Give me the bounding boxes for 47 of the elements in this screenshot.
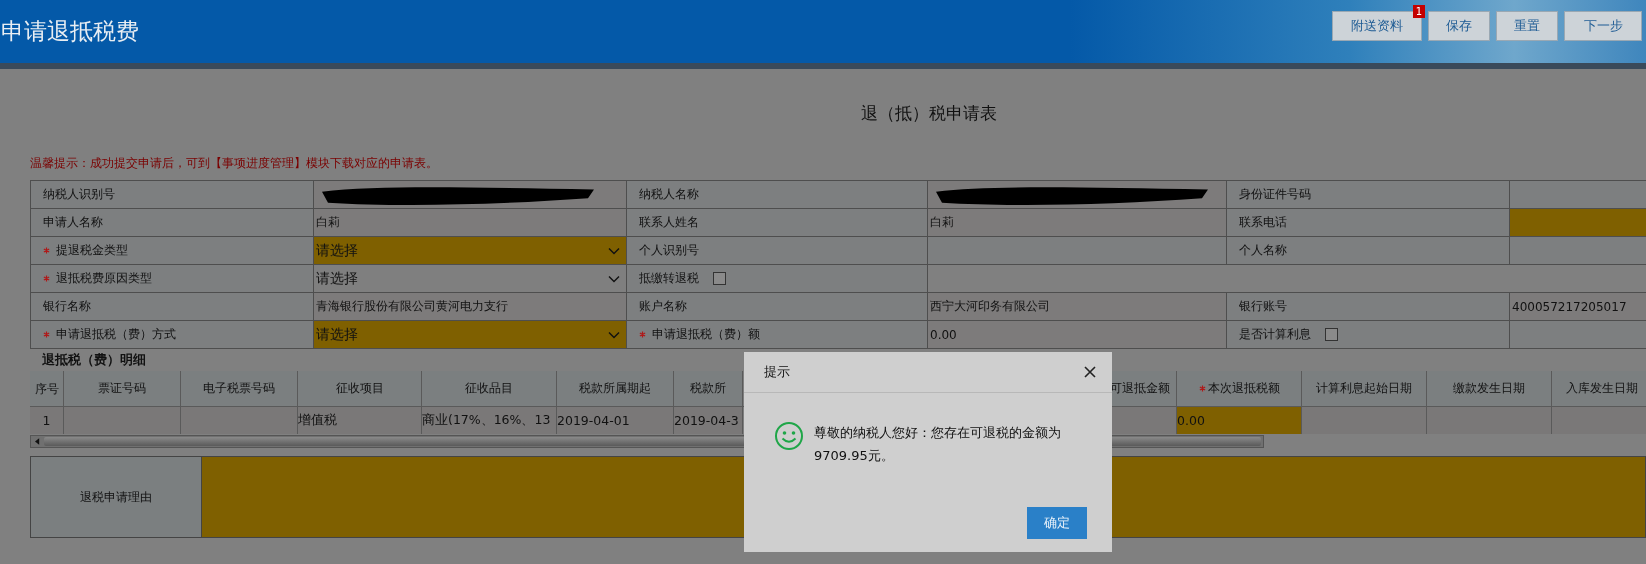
notice-text: 温馨提示：成功提交申请后，可到【事项进度管理】模块下载对应的申请表。 xyxy=(30,155,439,172)
form-title: 退（抵）税申请表 xyxy=(860,102,998,125)
field-value: 400057217205017 xyxy=(1510,293,1646,320)
field-value: 西宁大河印务有限公司 xyxy=(928,293,1226,320)
table-cell: 增值税 xyxy=(298,407,421,434)
column-header: 税款所 xyxy=(674,371,742,406)
field-value: 0.00 xyxy=(928,321,1226,348)
field-label: 个人识别号 xyxy=(627,237,927,264)
column-header: 电子税票号码 xyxy=(181,371,297,406)
field-label: 银行账号 xyxy=(1227,293,1509,320)
column-header: 票证号码 xyxy=(64,371,180,406)
column-header: 本次退抵税额 xyxy=(1177,371,1301,406)
field-value: 白莉 xyxy=(314,209,626,236)
column-header: 征收项目 xyxy=(298,371,421,406)
field-label: 身份证件号码 xyxy=(1227,181,1509,208)
field-label: 个人名称 xyxy=(1227,237,1509,264)
dialog-title: 提示 xyxy=(764,363,790,381)
field-label: 申请退抵税（费）额 xyxy=(627,321,927,348)
dialog-message: 尊敬的纳税人您好：您存在可退税的金额为9709.95元。 xyxy=(814,424,1062,465)
field-label: 退抵税费原因类型 xyxy=(31,265,313,292)
count-badge: 1 xyxy=(1412,5,1425,18)
table-cell: 1 xyxy=(30,407,63,434)
field-label: 申请退抵税（费）方式 xyxy=(31,321,313,348)
column-header: 入库发生日期 xyxy=(1552,371,1646,406)
column-header: 税款所属期起 xyxy=(557,371,673,406)
page-title: 申请退抵税费 xyxy=(1,17,139,46)
field-label: 抵缴转退税 xyxy=(639,270,699,287)
field-label: 联系人姓名 xyxy=(627,209,927,236)
field-label: 账户名称 xyxy=(627,293,927,320)
column-header: 征收品目 xyxy=(422,371,556,406)
table-cell: 2019-04-01 xyxy=(557,407,673,434)
column-header: 缴款发生日期 xyxy=(1427,371,1551,406)
field-label: 联系电话 xyxy=(1227,209,1509,236)
field-label: 是否计算利息 xyxy=(1239,326,1311,343)
table-cell: 2019-04-3 xyxy=(674,407,742,434)
field-label: 银行名称 xyxy=(31,293,313,320)
field-value: 白莉 xyxy=(928,209,1226,236)
field-label: 纳税人名称 xyxy=(627,181,927,208)
field-label: 申请人名称 xyxy=(31,209,313,236)
field-label: 退税申请理由 xyxy=(31,457,202,537)
field-label: 纳税人识别号 xyxy=(31,181,313,208)
table-cell: 商业(17%、16%、13 xyxy=(422,407,556,434)
table-cell: 0.00 xyxy=(1177,407,1301,434)
column-header: 计算利息起始日期 xyxy=(1302,371,1426,406)
column-header: 序号 xyxy=(30,371,63,406)
field-label: 提退税金类型 xyxy=(31,237,313,264)
field-value: 青海银行股份有限公司黄河电力支行 xyxy=(314,293,626,320)
